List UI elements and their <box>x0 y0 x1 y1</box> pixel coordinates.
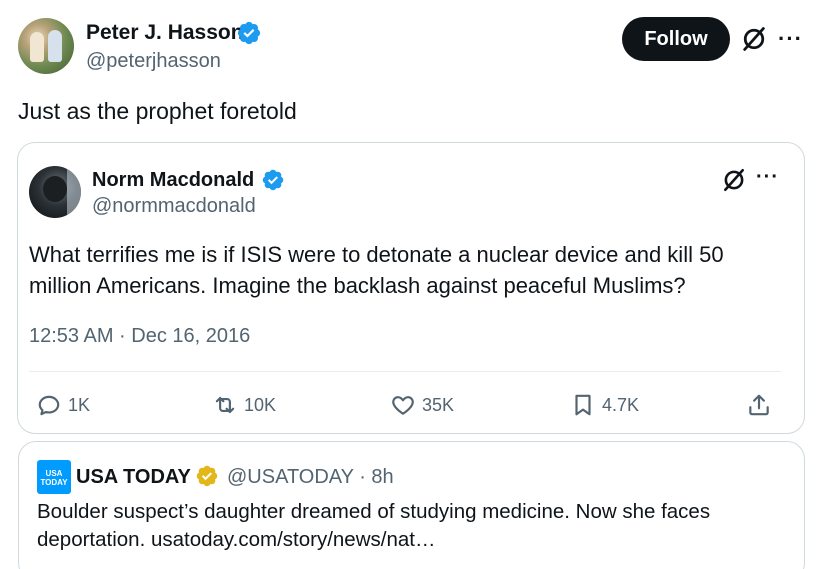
retweet-icon <box>215 396 235 414</box>
gold-verified-badge-icon <box>196 465 218 487</box>
quoted-tweet-card[interactable]: Norm Macdonald @normmacdonald ··· What t… <box>17 142 805 434</box>
quoted-timestamp[interactable]: 12:53 AM · Dec 16, 2016 <box>29 323 250 349</box>
grok-icon[interactable] <box>721 167 747 193</box>
link-card[interactable]: USA TODAY USA TODAY @USATODAY · 8h Boulde… <box>18 441 805 569</box>
avatar-figure <box>48 30 62 62</box>
like-button[interactable]: 35K <box>390 391 454 419</box>
bookmark-button[interactable]: 4.7K <box>570 391 639 419</box>
quoted-tweet-text: What terrifies me is if ISIS were to det… <box>29 242 724 298</box>
verified-badge-icon <box>237 21 261 45</box>
link-card-text[interactable]: Boulder suspect’s daughter dreamed of st… <box>37 498 777 554</box>
avatar-silhouette <box>43 176 67 202</box>
bookmark-icon <box>575 394 591 416</box>
reply-count: 1K <box>68 394 91 415</box>
author-handle[interactable]: @peterjhasson <box>86 48 221 74</box>
link-card-author-name[interactable]: USA TODAY <box>76 464 191 490</box>
more-icon[interactable]: ··· <box>778 26 806 52</box>
author-name[interactable]: Peter J. Hasson <box>86 20 244 46</box>
retweet-count: 10K <box>244 394 277 415</box>
verified-badge-icon <box>262 169 284 191</box>
quoted-author-avatar[interactable] <box>29 166 81 218</box>
grok-icon[interactable] <box>740 25 768 53</box>
like-count: 35K <box>422 394 455 415</box>
bookmark-count: 4.7K <box>602 394 640 415</box>
divider <box>29 371 781 372</box>
avatar-background <box>67 166 81 218</box>
tweet-text: Just as the prophet foretold <box>18 98 297 124</box>
avatar-figure <box>30 32 44 62</box>
reply-button[interactable]: 1K <box>36 391 90 419</box>
quoted-author-handle[interactable]: @normmacdonald <box>92 194 256 218</box>
usa-today-logo[interactable]: USA TODAY <box>37 460 71 494</box>
share-button[interactable] <box>746 391 772 419</box>
link-card-handle-time[interactable]: @USATODAY · 8h <box>227 464 394 490</box>
retweet-button[interactable]: 10K <box>212 391 276 419</box>
quoted-author-name[interactable]: Norm Macdonald <box>92 168 254 192</box>
share-icon <box>749 394 769 416</box>
author-avatar[interactable] <box>18 18 74 74</box>
more-icon[interactable]: ··· <box>756 165 784 189</box>
follow-button[interactable]: Follow <box>622 17 730 61</box>
heart-icon <box>392 396 414 415</box>
reply-icon <box>38 395 60 416</box>
